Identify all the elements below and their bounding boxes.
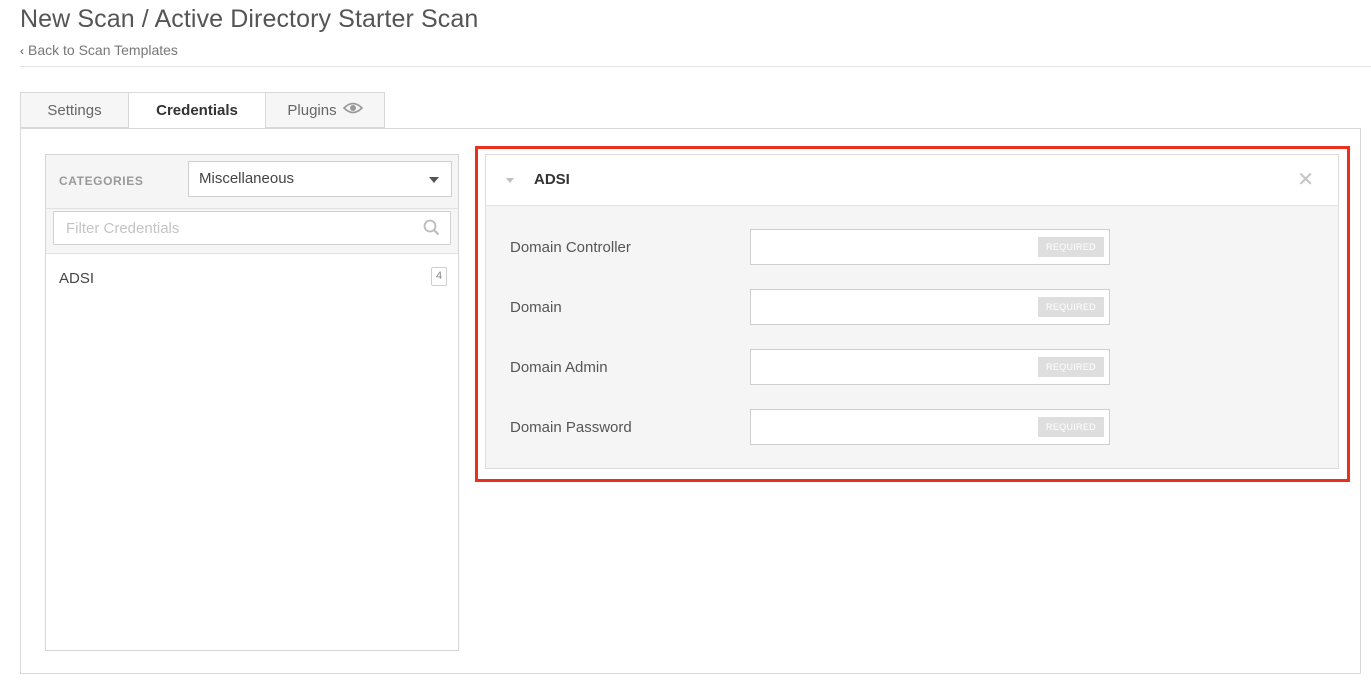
tab-bar: Settings Credentials Plugins <box>20 92 385 129</box>
eye-icon[interactable] <box>342 92 363 128</box>
search-icon[interactable] <box>423 219 440 241</box>
credential-count-badge: 4 <box>431 267 447 286</box>
tab-plugins-label: Plugins <box>287 102 337 119</box>
filter-row <box>46 209 458 254</box>
categories-label: CATEGORIES <box>59 174 144 188</box>
highlight-box <box>475 146 1350 482</box>
dropdown-caret-icon <box>429 177 439 183</box>
tab-credentials[interactable]: Credentials <box>128 92 266 129</box>
category-select[interactable]: Miscellaneous <box>188 161 452 197</box>
page-title: New Scan / Active Directory Starter Scan <box>20 5 479 33</box>
category-select-value: Miscellaneous <box>199 170 295 187</box>
credential-name: ADSI <box>59 270 95 287</box>
categories-panel: CATEGORIES Miscellaneous ADSI 4 <box>45 154 459 651</box>
credential-list-item[interactable]: ADSI 4 <box>46 263 458 293</box>
tab-settings-label: Settings <box>47 102 102 119</box>
back-to-templates-link[interactable]: ‹ Back to Scan Templates <box>20 42 178 58</box>
categories-header: CATEGORIES Miscellaneous <box>46 155 458 209</box>
filter-credentials-input[interactable] <box>53 211 451 245</box>
back-link-label: Back to Scan Templates <box>28 42 178 58</box>
tab-credentials-label: Credentials <box>156 102 238 119</box>
tab-plugins[interactable]: Plugins <box>265 92 385 128</box>
chevron-left-icon: ‹ <box>20 44 24 58</box>
tab-settings[interactable]: Settings <box>20 92 129 128</box>
header-divider <box>20 66 1371 67</box>
